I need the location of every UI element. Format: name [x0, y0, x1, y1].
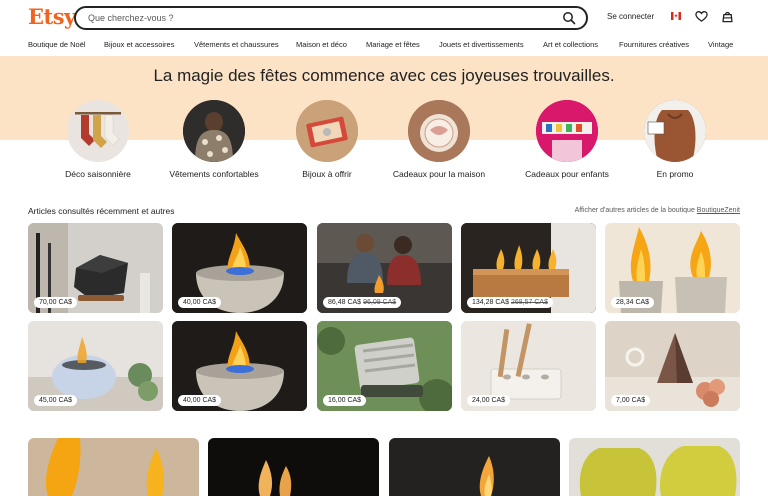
price-tag: 24,00 CA$: [467, 395, 511, 406]
category-label: En promo: [656, 169, 694, 179]
category-image: [408, 100, 470, 162]
old-price: 96,09 CA$: [363, 299, 397, 306]
product-card[interactable]: 24,00 CA$: [461, 321, 596, 411]
nav-item[interactable]: Bijoux et accessoires: [104, 40, 174, 49]
category-image: [296, 100, 358, 162]
price-tag: 7,00 CA$: [611, 395, 651, 406]
price-tag: 45,00 CA$: [34, 395, 78, 406]
featured-image: [208, 438, 379, 496]
category-on-sale[interactable]: En promo: [605, 100, 745, 179]
featured-image: [28, 438, 199, 496]
old-price: 268,57 CA$: [510, 299, 548, 306]
featured-image: [569, 438, 740, 496]
banner-title: La magie des fêtes commence avec ces joy…: [153, 66, 615, 85]
featured-image: [389, 438, 560, 496]
product-card[interactable]: 70,00 CA$: [28, 223, 163, 313]
shopping-bag-icon[interactable]: [721, 10, 734, 23]
nav-item[interactable]: Art et collections: [543, 40, 598, 49]
category-home-gifts[interactable]: Cadeaux pour la maison: [369, 100, 509, 179]
category-image: [183, 100, 245, 162]
nav-item[interactable]: Vêtements et chaussures: [194, 40, 279, 49]
featured-card[interactable]: [28, 438, 199, 496]
heart-icon[interactable]: [695, 10, 708, 23]
site-header: Etsy Se connecter Boutique de Noël Bijou…: [0, 0, 768, 56]
price-tag: 70,00 CA$: [34, 297, 78, 308]
category-image: [644, 100, 706, 162]
price-tag: 28,34 CA$: [611, 297, 655, 308]
product-card[interactable]: 40,00 CA$: [172, 321, 307, 411]
nav-item[interactable]: Fournitures créatives: [619, 40, 689, 49]
category-image: [536, 100, 598, 162]
price-tag: 134,28 CA$ 268,57 CA$: [467, 297, 553, 308]
product-card[interactable]: 40,00 CA$: [172, 223, 307, 313]
price-tag: 16,00 CA$: [323, 395, 367, 406]
nav-item[interactable]: Maison et déco: [296, 40, 347, 49]
nav-item[interactable]: Boutique de Noël: [28, 40, 86, 49]
shop-more-link[interactable]: Afficher d'autres articles de la boutiqu…: [575, 207, 740, 214]
sign-in-link[interactable]: Se connecter: [607, 12, 654, 21]
nav-item[interactable]: Mariage et fêtes: [366, 40, 420, 49]
search-bar[interactable]: [74, 6, 588, 30]
category-nav: Boutique de Noël Bijoux et accessoires V…: [0, 36, 768, 54]
featured-card[interactable]: [208, 438, 379, 496]
product-card[interactable]: 134,28 CA$ 268,57 CA$: [461, 223, 596, 313]
search-input[interactable]: [86, 12, 562, 24]
section-title: Articles consultés récemment et autres: [28, 206, 175, 216]
nav-item[interactable]: Vintage: [708, 40, 733, 49]
search-icon[interactable]: [562, 11, 576, 25]
featured-card[interactable]: [389, 438, 560, 496]
product-card[interactable]: 16,00 CA$: [317, 321, 452, 411]
product-card[interactable]: 86,48 CA$ 96,09 CA$: [317, 223, 452, 313]
product-card[interactable]: 28,34 CA$: [605, 223, 740, 313]
link-prefix: Afficher d'autres articles de la boutiqu…: [574, 207, 695, 214]
product-card[interactable]: 45,00 CA$: [28, 321, 163, 411]
price-tag: 40,00 CA$: [178, 297, 222, 308]
category-image: [67, 100, 129, 162]
product-card[interactable]: 7,00 CA$: [605, 321, 740, 411]
category-label: Cadeaux pour la maison: [392, 169, 486, 179]
canada-flag-icon[interactable]: [671, 12, 681, 20]
featured-card[interactable]: [569, 438, 740, 496]
etsy-logo[interactable]: Etsy: [28, 4, 76, 29]
price-tag: 40,00 CA$: [178, 395, 222, 406]
shop-name-link[interactable]: BoutiqueZenit: [697, 207, 740, 214]
nav-item[interactable]: Jouets et divertissements: [439, 40, 524, 49]
price-tag: 86,48 CA$ 96,09 CA$: [323, 297, 402, 308]
